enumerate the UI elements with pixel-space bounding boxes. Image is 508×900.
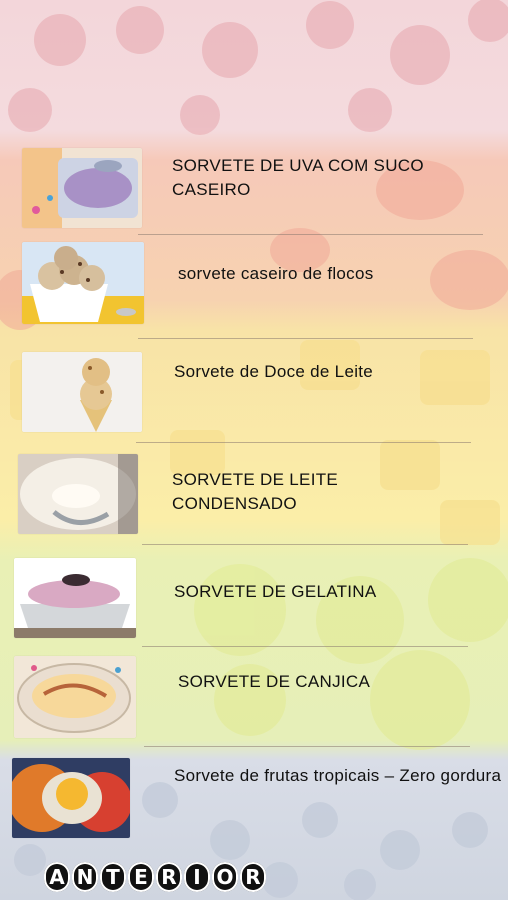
recipe-title: SORVETE DE GELATINA <box>174 582 377 601</box>
divider <box>142 646 468 647</box>
previous-button-letter: R <box>156 862 182 892</box>
recipe-title: SORVETE DE CANJICA <box>178 672 371 691</box>
divider <box>138 338 473 339</box>
previous-button-letter: A <box>44 862 70 892</box>
previous-button-letter: I <box>184 862 210 892</box>
list-item[interactable]: SORVETE DE UVA COM SUCO CASEIRO <box>0 140 508 240</box>
list-item[interactable]: SORVETE DE LEITE CONDENSADO <box>0 450 508 550</box>
divider <box>142 544 468 545</box>
canjica-ice-cream-thumbnail <box>14 656 136 738</box>
previous-button-letter: E <box>128 862 154 892</box>
previous-button[interactable]: ANTERIORANTERIOR <box>44 860 266 894</box>
list-item[interactable]: SORVETE DE GELATINA <box>0 552 508 652</box>
list-item[interactable]: Sorvete de frutas tropicais – Zero gordu… <box>0 754 508 854</box>
condensed-milk-ice-cream-thumbnail <box>18 454 138 534</box>
recipe-title: sorvete caseiro de flocos <box>178 264 374 283</box>
divider <box>138 234 483 235</box>
recipe-title: Sorvete de Doce de Leite <box>174 362 374 381</box>
list-item[interactable]: sorvete caseiro de flocos <box>0 240 508 340</box>
grape-ice-cream-thumbnail <box>22 148 142 228</box>
list-item[interactable]: SORVETE DE CANJICA <box>0 652 508 752</box>
previous-button-letter: T <box>100 862 126 892</box>
recipe-title: Sorvete de frutas tropicais – Zero gordu… <box>174 766 502 785</box>
recipe-title: SORVETE DE LEITE CONDENSADO <box>172 470 339 513</box>
previous-button-letter: O <box>212 862 238 892</box>
previous-button-letter: R <box>240 862 266 892</box>
recipe-title: SORVETE DE UVA COM SUCO CASEIRO <box>172 156 424 199</box>
list-item[interactable]: Sorvete de Doce de Leite <box>0 346 508 446</box>
tropical-fruit-ice-cream-thumbnail <box>12 758 130 838</box>
divider <box>136 442 471 443</box>
previous-button-letter: N <box>72 862 98 892</box>
dulce-de-leche-thumbnail <box>22 352 142 432</box>
gelatin-ice-cream-thumbnail <box>14 558 136 638</box>
flakes-ice-cream-thumbnail <box>22 242 144 324</box>
divider <box>144 746 470 747</box>
